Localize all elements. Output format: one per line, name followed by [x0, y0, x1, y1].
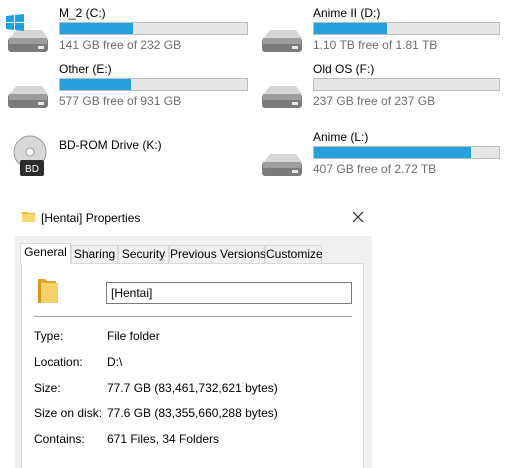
hard-drive-icon [262, 30, 302, 52]
drive-k[interactable]: BD BD-ROM Drive (K:) [4, 132, 249, 182]
drive-name: Old OS (F:) [313, 62, 375, 76]
drive-l[interactable]: Anime (L:) 407 GB free of 2.72 TB [258, 130, 503, 182]
windows-drive-icon [6, 14, 48, 52]
drive-free-space: 237 GB free of 237 GB [313, 94, 436, 108]
folder-icon [38, 279, 58, 303]
separator [34, 316, 352, 317]
bd-rom-drive-icon: BD [13, 135, 47, 176]
contains-label: Contains: [34, 432, 85, 446]
drive-c[interactable]: M_2 (C:) 141 GB free of 232 GB [4, 6, 249, 58]
tab-security[interactable]: Security [118, 245, 169, 263]
type-label: Type: [34, 329, 64, 343]
tab-sharing[interactable]: Sharing [71, 245, 118, 263]
drive-free-space: 1.10 TB free of 1.81 TB [313, 38, 438, 52]
usage-bar-fill [60, 23, 134, 34]
drive-name: Other (E:) [59, 62, 112, 76]
dialog-title: [Hentai] Properties [41, 211, 141, 225]
drive-free-space: 407 GB free of 2.72 TB [313, 162, 437, 176]
drive-name: BD-ROM Drive (K:) [59, 138, 162, 152]
usage-bar [313, 78, 500, 91]
contains-value: 671 Files, 34 Folders [107, 432, 220, 446]
drive-name: M_2 (C:) [59, 6, 106, 20]
usage-bar-fill [60, 79, 132, 90]
svg-text:BD: BD [25, 164, 39, 175]
location-value: D:\ [107, 355, 123, 369]
size-on-disk-label: Size on disk: [34, 406, 103, 420]
usage-bar [59, 78, 248, 91]
tab-customize[interactable]: Customize [265, 245, 323, 263]
drive-free-space: 577 GB free of 931 GB [59, 94, 182, 108]
usage-bar [313, 22, 500, 35]
drive-name: Anime (L:) [313, 130, 369, 144]
drive-name: Anime II (D:) [313, 6, 381, 20]
folder-icon [22, 212, 35, 222]
size-on-disk-value: 77.6 GB (83,355,660,288 bytes) [107, 406, 278, 420]
hard-drive-icon [262, 154, 302, 176]
size-value: 77.7 GB (83,461,732,621 bytes) [107, 381, 278, 395]
drive-free-space: 141 GB free of 232 GB [59, 38, 182, 52]
drive-f[interactable]: Old OS (F:) 237 GB free of 237 GB [258, 62, 503, 114]
close-icon[interactable] [351, 210, 365, 224]
size-label: Size: [34, 381, 61, 395]
location-label: Location: [34, 355, 83, 369]
type-value: File folder [107, 329, 160, 343]
usage-bar-fill [314, 147, 472, 158]
tab-previous-versions[interactable]: Previous Versions [169, 245, 266, 263]
usage-bar [313, 146, 500, 159]
drive-e[interactable]: Other (E:) 577 GB free of 931 GB [4, 62, 249, 114]
drive-d[interactable]: Anime II (D:) 1.10 TB free of 1.81 TB [258, 6, 503, 58]
hard-drive-icon [262, 86, 302, 108]
hard-drive-icon [8, 86, 48, 108]
usage-bar-fill [314, 23, 387, 34]
tab-general[interactable]: General [20, 243, 71, 264]
folder-name-input[interactable] [106, 282, 352, 304]
usage-bar [59, 22, 248, 35]
